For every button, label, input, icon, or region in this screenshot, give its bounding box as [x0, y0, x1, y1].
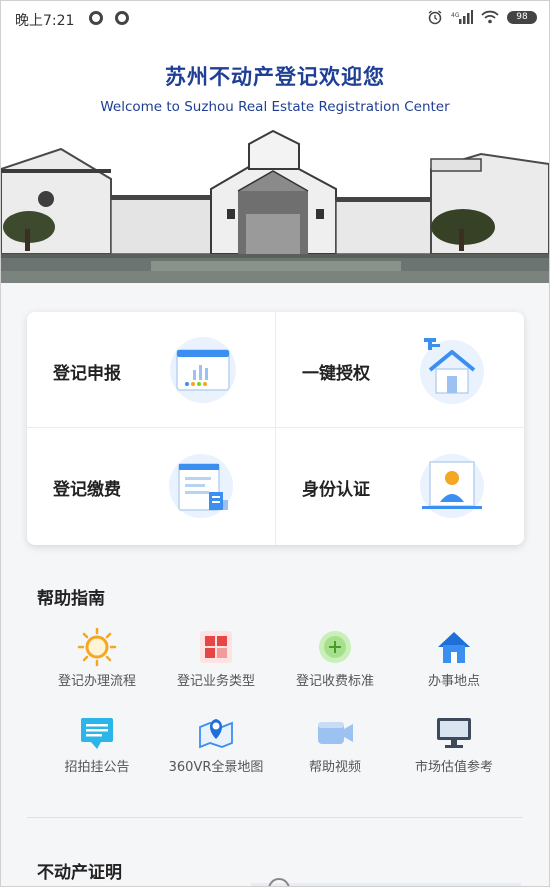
help-item-auction-notice[interactable]: 招拍挂公告	[37, 713, 157, 776]
signal-icon: 4G	[451, 10, 473, 24]
help-item-vr-map[interactable]: 360VR全景地图	[156, 713, 276, 776]
section-divider	[27, 817, 523, 818]
sun-icon	[77, 627, 117, 667]
help-item-label: 招拍挂公告	[64, 760, 130, 775]
service-label: 身份认证	[302, 480, 370, 500]
help-item-label: 帮助视频	[308, 760, 361, 775]
alarm-icon	[428, 10, 442, 25]
services-card: 登记申报 一键授权 登记缴费 身份认证	[27, 312, 524, 545]
help-item-label: 办事地点	[427, 674, 480, 689]
status-time: 晚上7:21	[15, 13, 75, 29]
help-item-label: 360VR全景地图	[168, 760, 264, 775]
help-item-office-location[interactable]: 办事地点	[394, 627, 514, 690]
service-label: 一键授权	[302, 364, 370, 384]
help-item-fee-standard[interactable]: 登记收费标准	[275, 627, 395, 690]
map-pin-icon	[199, 719, 233, 749]
help-item-process[interactable]: 登记办理流程	[37, 627, 157, 690]
hero-banner: 苏州不动产登记欢迎您 Welcome to Suzhou Real Estate…	[1, 37, 549, 283]
bill-document-icon	[169, 454, 233, 518]
help-section-title: 帮助指南	[37, 589, 105, 609]
notification-icon	[89, 11, 103, 25]
report-chart-icon	[170, 337, 236, 403]
museum-building-image	[1, 129, 549, 283]
notification-icon	[115, 11, 129, 25]
video-camera-icon	[318, 722, 353, 744]
service-identity-verification[interactable]: 身份认证	[276, 428, 524, 543]
svg-text:4G: 4G	[451, 12, 460, 19]
message-icon	[81, 718, 113, 749]
certificate-section-title: 不动产证明	[37, 863, 122, 883]
hero-subtitle: Welcome to Suzhou Real Estate Registrati…	[100, 99, 450, 115]
help-item-market-valuation[interactable]: 市场估值参考	[394, 713, 514, 776]
status-indicators: 4G 98	[427, 9, 537, 25]
help-item-help-video[interactable]: 帮助视频	[275, 713, 395, 776]
certificate-card-preview	[251, 878, 521, 886]
grid-icon	[200, 631, 232, 663]
house-key-icon	[420, 338, 484, 404]
monitor-icon	[437, 718, 471, 748]
help-item-label: 登记办理流程	[57, 674, 136, 689]
app-screen: 晚上7:21 4G 98 苏州不动产登记欢迎您 Welcome to Suzho…	[0, 0, 550, 887]
service-registration-declaration[interactable]: 登记申报	[27, 312, 275, 427]
wifi-icon	[481, 10, 499, 24]
service-registration-payment[interactable]: 登记缴费	[27, 428, 275, 543]
status-bar: 晚上7:21 4G 98	[1, 1, 549, 37]
hero-title: 苏州不动产登记欢迎您	[165, 65, 385, 89]
plus-circle-icon	[319, 631, 351, 663]
help-item-label: 市场估值参考	[414, 760, 493, 775]
help-item-label: 登记业务类型	[176, 674, 255, 689]
help-item-label: 登记收费标准	[295, 674, 374, 689]
battery-icon: 98	[507, 10, 537, 24]
service-one-click-authorization[interactable]: 一键授权	[276, 312, 524, 427]
service-label: 登记申报	[53, 364, 121, 384]
person-id-icon	[420, 454, 484, 518]
service-label: 登记缴费	[53, 480, 121, 500]
home-icon	[438, 632, 470, 663]
help-item-business-types[interactable]: 登记业务类型	[156, 627, 276, 690]
